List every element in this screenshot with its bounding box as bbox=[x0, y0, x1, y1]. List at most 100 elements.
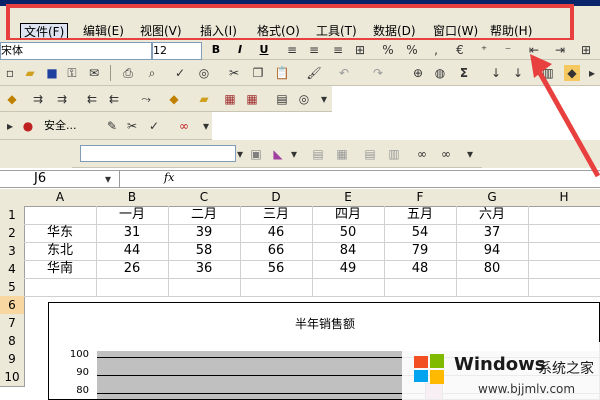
table-cell[interactable]: 36 bbox=[168, 260, 241, 279]
table-cell[interactable]: 79 bbox=[384, 242, 457, 261]
permission-icon[interactable]: ⚿ bbox=[64, 65, 80, 81]
rows-icon[interactable]: ▤ bbox=[362, 146, 378, 162]
toolbar-options-icon[interactable]: ▾ bbox=[462, 146, 478, 162]
paste-icon[interactable]: 📋 bbox=[274, 65, 290, 81]
table-cell[interactable]: 三月 bbox=[240, 206, 313, 225]
toolbar-options-icon[interactable]: ▾ bbox=[198, 118, 214, 134]
table-cell[interactable]: 48 bbox=[384, 260, 457, 279]
chevron-down-icon[interactable]: ▾ bbox=[232, 146, 248, 162]
table-cell[interactable]: 54 bbox=[384, 224, 457, 243]
table-cell[interactable]: 五月 bbox=[384, 206, 457, 225]
trace-error-icon[interactable]: ◆ bbox=[166, 91, 182, 107]
column-header-h[interactable]: H bbox=[528, 189, 600, 207]
table-cell[interactable] bbox=[528, 224, 600, 243]
print-icon[interactable]: ⎙ bbox=[120, 65, 136, 81]
run-macro-icon[interactable]: ▸ bbox=[2, 118, 18, 134]
copy-icon[interactable]: ❐ bbox=[250, 65, 266, 81]
row-header[interactable]: 5 bbox=[0, 278, 25, 297]
toolbar-options-icon[interactable]: ▾ bbox=[316, 91, 332, 107]
percent-icon[interactable]: % bbox=[404, 42, 420, 58]
circle-invalid-icon[interactable]: ▦ bbox=[222, 91, 238, 107]
grid-icon[interactable]: ▦ bbox=[334, 146, 350, 162]
cut-icon[interactable]: ✂ bbox=[226, 65, 242, 81]
security-button[interactable]: 安全... bbox=[44, 118, 98, 134]
record-macro-icon[interactable]: ● bbox=[20, 118, 36, 134]
column-header-a[interactable]: A bbox=[24, 189, 97, 207]
table-cell[interactable]: 66 bbox=[240, 242, 313, 261]
sort-ascending-icon[interactable]: ↓ bbox=[488, 65, 504, 81]
table-cell[interactable]: 一月 bbox=[96, 206, 169, 225]
column-header-e[interactable]: E bbox=[312, 189, 385, 207]
font-size-box[interactable]: 12 bbox=[152, 42, 202, 60]
table-cell[interactable]: 56 bbox=[240, 260, 313, 279]
columns-icon[interactable]: ▥ bbox=[386, 146, 402, 162]
table-icon[interactable]: ▤ bbox=[310, 146, 326, 162]
table-cell[interactable] bbox=[384, 278, 457, 297]
comma-style-icon[interactable]: , bbox=[428, 42, 444, 58]
table-cell[interactable]: 六月 bbox=[456, 206, 529, 225]
font-color-icon[interactable]: ▣ bbox=[248, 146, 264, 162]
table-cell[interactable]: 26 bbox=[96, 260, 169, 279]
hyperlink-icon[interactable]: ⊕ bbox=[410, 65, 426, 81]
table-cell[interactable]: 50 bbox=[312, 224, 385, 243]
decrease-decimal-icon[interactable]: ⁻ bbox=[500, 42, 516, 58]
design-mode-icon[interactable]: ✓ bbox=[146, 118, 162, 134]
row-header[interactable]: 6 bbox=[0, 296, 25, 315]
row-header[interactable]: 1 bbox=[0, 206, 25, 225]
email-icon[interactable]: ✉ bbox=[86, 65, 102, 81]
script-editor-icon[interactable]: ∞ bbox=[176, 118, 192, 134]
remove-arrows-icon[interactable]: ⤳ bbox=[138, 91, 154, 107]
research-icon[interactable]: ◎ bbox=[196, 65, 212, 81]
toolbox-icon[interactable]: ✂ bbox=[124, 118, 140, 134]
table-cell[interactable]: 46 bbox=[240, 224, 313, 243]
table-cell[interactable] bbox=[24, 206, 97, 225]
euro-icon[interactable]: € bbox=[452, 42, 468, 58]
table-cell[interactable]: 37 bbox=[456, 224, 529, 243]
italic-button[interactable]: I bbox=[232, 42, 248, 58]
column-header-b[interactable]: B bbox=[96, 189, 169, 207]
increase-decimal-icon[interactable]: ⁺ bbox=[476, 42, 492, 58]
select-all-corner[interactable] bbox=[0, 189, 25, 207]
column-header-g[interactable]: G bbox=[456, 189, 529, 207]
table-cell[interactable]: 49 bbox=[312, 260, 385, 279]
row-header[interactable]: 2 bbox=[0, 224, 25, 243]
name-box[interactable]: J6 ▾ bbox=[0, 171, 120, 187]
remove-precedents-icon[interactable]: ⇉ bbox=[54, 91, 70, 107]
save-icon[interactable]: ■ bbox=[44, 65, 60, 81]
font-name-box[interactable]: 宋体 bbox=[0, 42, 152, 60]
row-header[interactable]: 3 bbox=[0, 242, 25, 261]
new-comment-icon[interactable]: ▰ bbox=[196, 91, 212, 107]
spelling-icon[interactable]: ✓ bbox=[172, 65, 188, 81]
column-header-c[interactable]: C bbox=[168, 189, 241, 207]
row-header[interactable]: 4 bbox=[0, 260, 25, 279]
row-header[interactable]: 8 bbox=[0, 332, 25, 351]
table-cell[interactable]: 84 bbox=[312, 242, 385, 261]
link-icon[interactable]: ∞ bbox=[414, 146, 430, 162]
chevron-down-icon[interactable]: ▾ bbox=[286, 146, 302, 162]
print-preview-icon[interactable]: ⌕ bbox=[144, 65, 160, 81]
underline-button[interactable]: U bbox=[256, 42, 272, 58]
table-cell[interactable] bbox=[528, 278, 600, 297]
table-cell[interactable] bbox=[528, 260, 600, 279]
table-cell[interactable] bbox=[456, 278, 529, 297]
trace-dependents-icon[interactable]: ⇇ bbox=[84, 91, 100, 107]
trace-precedents-icon[interactable]: ⇉ bbox=[30, 91, 46, 107]
column-header-f[interactable]: F bbox=[384, 189, 457, 207]
align-right-icon[interactable]: ≡ bbox=[330, 42, 346, 58]
remove-dependents-icon[interactable]: ⇇ bbox=[106, 91, 122, 107]
undo-icon[interactable]: ↶ bbox=[336, 65, 352, 81]
merge-center-icon[interactable]: ⊞ bbox=[352, 42, 368, 58]
align-left-icon[interactable]: ≡ bbox=[284, 42, 300, 58]
align-center-icon[interactable]: ≡ bbox=[306, 42, 322, 58]
unlink-icon[interactable]: ∞ bbox=[438, 146, 454, 162]
bold-button[interactable]: B bbox=[208, 42, 224, 58]
redo-icon[interactable]: ↷ bbox=[370, 65, 386, 81]
table-cell[interactable]: 80 bbox=[456, 260, 529, 279]
table-cell[interactable]: 39 bbox=[168, 224, 241, 243]
table-cell[interactable] bbox=[528, 206, 600, 225]
evaluate-formula-icon[interactable]: ◎ bbox=[296, 91, 312, 107]
table-cell[interactable]: 华南 bbox=[24, 260, 97, 279]
format-painter-icon[interactable]: 🖌 bbox=[306, 65, 322, 81]
column-header-d[interactable]: D bbox=[240, 189, 313, 207]
table-cell[interactable]: 31 bbox=[96, 224, 169, 243]
